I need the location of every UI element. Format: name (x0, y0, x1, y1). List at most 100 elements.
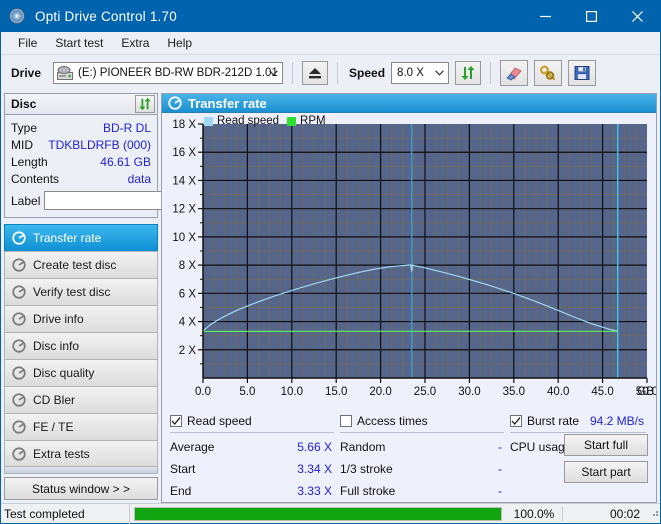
average-label: Average (170, 440, 214, 454)
chart-legend: Read speed RPM (204, 115, 326, 127)
full-stroke-value: - (498, 484, 502, 498)
chart-canvas: 2 X4 X6 X8 X10 X12 X14 X16 X18 X0.05.010… (162, 113, 656, 406)
resize-grip[interactable] (648, 506, 660, 521)
disc-length-label: Length (11, 155, 48, 169)
sidebar-item-label: Disc quality (33, 366, 94, 380)
legend-swatch-read-speed (204, 117, 213, 126)
refresh-disc-button[interactable] (135, 95, 155, 113)
transfer-rate-icon (168, 96, 182, 110)
start-full-button[interactable]: Start full (564, 434, 648, 456)
legend-swatch-rpm (287, 117, 296, 126)
access-times-results: Access times Random - 1/3 stroke - Full … (340, 412, 510, 502)
svg-text:18 X: 18 X (172, 119, 196, 131)
svg-text:20.0: 20.0 (369, 386, 391, 398)
legend-label-rpm: RPM (300, 115, 326, 127)
sidebar-item-transfer-rate[interactable]: Transfer rate (4, 224, 158, 251)
svg-text:15.0: 15.0 (325, 386, 347, 398)
access-times-checkbox-row[interactable]: Access times (340, 412, 510, 430)
disc-row-contents: Contents data (11, 170, 151, 187)
sidebar-item-cd-bler[interactable]: CD Bler (4, 386, 158, 413)
save-button[interactable] (568, 60, 596, 86)
start-value: 3.34 X (297, 462, 332, 476)
svg-text:5.0: 5.0 (239, 386, 255, 398)
burst-rate-checkbox[interactable] (510, 415, 522, 427)
sidebar-item-label: FE / TE (33, 420, 73, 434)
result-row-random: Random - (340, 436, 510, 458)
menu-file[interactable]: File (9, 34, 46, 52)
chart-header: Transfer rate (162, 94, 656, 113)
svg-text:35.0: 35.0 (503, 386, 525, 398)
tools-button[interactable] (534, 60, 562, 86)
third-stroke-label: 1/3 stroke (340, 462, 393, 476)
sidebar-item-disc-info[interactable]: Disc info (4, 332, 158, 359)
menu-extra[interactable]: Extra (112, 34, 158, 52)
sidebar-item-drive-info[interactable]: Drive info (4, 305, 158, 332)
svg-text:14 X: 14 X (172, 175, 196, 187)
legend-label-read-speed: Read speed (217, 115, 279, 127)
chart-title: Transfer rate (188, 96, 267, 111)
sidebar-item-extra-tests[interactable]: Extra tests (4, 440, 158, 467)
erase-button[interactable] (500, 60, 528, 86)
svg-text:8 X: 8 X (179, 260, 197, 272)
read-speed-checkbox-row[interactable]: Read speed (170, 412, 340, 430)
chevron-down-icon[interactable] (264, 63, 282, 83)
progress-percent: 100.0% (506, 507, 562, 521)
burst-rate-checkbox-row[interactable]: Burst rate 94.2 MB/s (510, 412, 648, 430)
result-row-start: Start 3.34 X (170, 458, 340, 480)
speed-select[interactable]: 8.0 X (391, 62, 449, 84)
disc-contents-label: Contents (11, 172, 59, 186)
maximize-button[interactable] (568, 1, 614, 32)
disc-label-label: Label (11, 194, 40, 208)
svg-text:GB: GB (637, 386, 654, 398)
menu-start-test[interactable]: Start test (46, 34, 112, 52)
minimize-button[interactable] (522, 1, 568, 32)
fe-te-icon (11, 420, 26, 435)
start-part-button[interactable]: Start part (564, 461, 648, 483)
app-disc-icon (9, 8, 27, 26)
status-bar: Test completed 100.0% 00:02 (1, 503, 660, 523)
app-window: Opti Drive Control 1.70 File Start test … (0, 0, 661, 524)
status-window-button[interactable]: Status window > > (4, 477, 158, 500)
status-message: Test completed (1, 507, 129, 521)
disc-type-label: Type (11, 121, 37, 135)
close-button[interactable] (614, 1, 660, 32)
svg-text:12 X: 12 X (172, 204, 196, 216)
sidebar-item-verify-test-disc[interactable]: Verify test disc (4, 278, 158, 305)
main-body: Disc Type BD-R DL MID TDKBLDRFB (000) (1, 91, 660, 503)
chevron-down-icon[interactable] (431, 63, 447, 83)
refresh-drive-button[interactable] (455, 61, 481, 85)
result-row-full-stroke: Full stroke - (340, 480, 510, 502)
sidebar-item-label: Verify test disc (33, 285, 110, 299)
result-row-average: Average 5.66 X (170, 436, 340, 458)
menu-help[interactable]: Help (158, 34, 201, 52)
disc-quality-icon (11, 366, 26, 381)
progress-fill (135, 508, 501, 520)
burst-rate-label: Burst rate (527, 414, 579, 428)
sidebar-item-label: Create test disc (33, 258, 116, 272)
svg-text:0.0: 0.0 (195, 386, 211, 398)
optical-drive-icon (57, 66, 73, 80)
svg-text:45.0: 45.0 (591, 386, 613, 398)
transfer-rate-chart[interactable]: Read speed RPM 2 X4 X6 X8 X10 X12 X14 X1… (162, 113, 656, 408)
eject-button[interactable] (302, 61, 328, 85)
window-title: Opti Drive Control 1.70 (35, 9, 522, 24)
create-test-disc-icon (11, 258, 26, 273)
sidebar-item-disc-quality[interactable]: Disc quality (4, 359, 158, 386)
svg-text:30.0: 30.0 (458, 386, 480, 398)
drive-select-value: (E:) PIONEER BD-RW BDR-212D 1.01 (78, 67, 278, 79)
disc-info-box: Type BD-R DL MID TDKBLDRFB (000) Length … (4, 115, 158, 218)
cd-bler-icon (11, 393, 26, 408)
disc-row-type: Type BD-R DL (11, 119, 151, 136)
sidebar-item-label: Disc info (33, 339, 79, 353)
read-speed-checkbox[interactable] (170, 415, 182, 427)
divider (340, 432, 504, 433)
disc-row-mid: MID TDKBLDRFB (000) (11, 136, 151, 153)
drive-select[interactable]: (E:) PIONEER BD-RW BDR-212D 1.01 (53, 62, 283, 84)
drive-label: Drive (11, 66, 41, 80)
start-label: Start (170, 462, 195, 476)
access-times-label: Access times (357, 414, 428, 428)
access-times-checkbox[interactable] (340, 415, 352, 427)
sidebar-item-create-test-disc[interactable]: Create test disc (4, 251, 158, 278)
sidebar-item-fe-te[interactable]: FE / TE (4, 413, 158, 440)
disc-label-row: Label (11, 190, 151, 211)
